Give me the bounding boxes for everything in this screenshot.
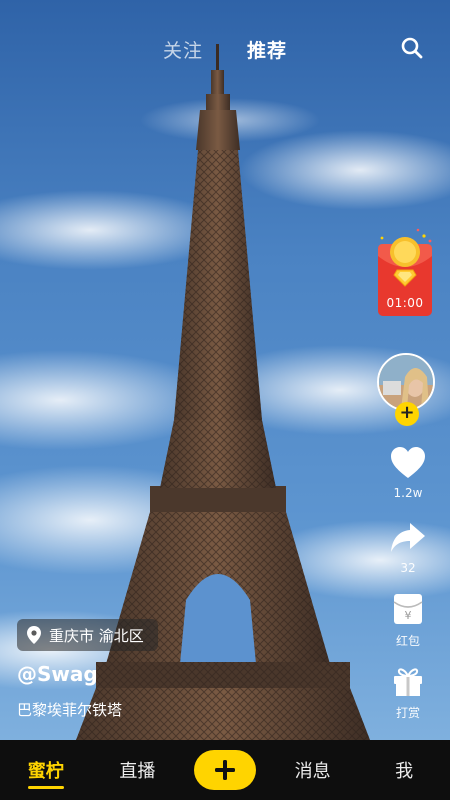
hongbao-button[interactable]: ¥ 红包: [378, 592, 438, 649]
follow-plus-button[interactable]: +: [395, 402, 419, 426]
nav-me[interactable]: 我: [369, 757, 439, 783]
red-packet-timer: 01:00: [386, 296, 424, 310]
search-button[interactable]: [400, 36, 424, 60]
location-text: 重庆市 渝北区: [49, 626, 144, 645]
nav-messages[interactable]: 消息: [278, 757, 348, 783]
nav-messages-label: 消息: [294, 761, 331, 782]
nav-home[interactable]: 蜜柠: [11, 757, 81, 789]
nav-home-label: 蜜柠: [27, 761, 64, 782]
app-screen: 关注 推荐 01:00 + 1.2w 32 ¥ 红包 打赏 重庆市 渝北区 @S…: [0, 0, 450, 800]
location-tag[interactable]: 重庆市 渝北区: [17, 619, 158, 651]
create-post-button[interactable]: [193, 750, 256, 790]
gift-box-icon: [394, 668, 422, 696]
heart-icon: [391, 447, 425, 478]
share-arrow-icon: [391, 523, 425, 552]
gift-label: 打赏: [395, 706, 420, 720]
gift-button[interactable]: 打赏: [378, 664, 438, 721]
nav-me-label: 我: [395, 761, 414, 782]
nav-live-label: 直播: [119, 761, 156, 782]
share-button[interactable]: 32: [378, 521, 438, 575]
author-name[interactable]: @Swag: [17, 662, 98, 686]
plus-icon: [214, 760, 235, 780]
active-tab-indicator: [27, 786, 64, 789]
like-count: 1.2w: [393, 486, 423, 500]
svg-text:¥: ¥: [405, 609, 412, 622]
video-caption: 巴黎埃菲尔铁塔: [17, 701, 123, 719]
hongbao-envelope-icon: ¥: [393, 594, 423, 624]
location-pin-icon: [27, 626, 41, 644]
hongbao-label: 红包: [395, 634, 420, 648]
author-avatar-button[interactable]: +: [377, 353, 439, 426]
tab-follow[interactable]: 关注: [163, 36, 203, 63]
top-tab-bar: 关注 推荐: [0, 34, 450, 64]
share-count: 32: [400, 561, 416, 575]
bottom-nav-bar: 蜜柠 直播 消息 我: [0, 740, 450, 800]
tab-recommend[interactable]: 推荐: [247, 36, 287, 63]
nav-live[interactable]: 直播: [102, 757, 172, 783]
search-icon: [401, 37, 423, 59]
like-button[interactable]: 1.2w: [378, 446, 438, 500]
